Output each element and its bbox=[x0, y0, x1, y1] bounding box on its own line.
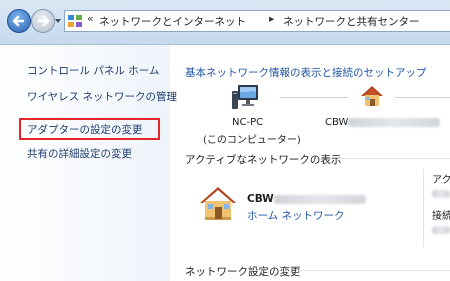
home-network-icon-large bbox=[200, 187, 236, 220]
forward-button[interactable] bbox=[31, 9, 55, 33]
main-content: 基本ネットワーク情報の表示と接続のセットアップ NC-PC (このコンピューター… bbox=[170, 45, 450, 281]
active-network-name: CBW bbox=[247, 193, 274, 205]
redacted-access-value bbox=[432, 190, 450, 198]
page-title: 基本ネットワーク情報の表示と接続のセットアップ bbox=[185, 67, 427, 79]
sidebar-item-change-adapter-settings[interactable]: アダプターの設定の変更 bbox=[27, 122, 143, 137]
back-button[interactable] bbox=[7, 9, 31, 33]
network-type-link[interactable]: ホーム ネットワーク bbox=[247, 208, 345, 223]
sidebar-item-advanced-sharing[interactable]: 共有の詳細設定の変更 bbox=[27, 146, 132, 161]
redacted-connection-value bbox=[432, 226, 450, 234]
access-type-label: アク bbox=[432, 175, 450, 186]
active-networks-heading: アクティブなネットワークの表示 bbox=[185, 154, 342, 166]
address-field[interactable]: « ネットワークとインターネット ▸ ネットワークと共有センター bbox=[64, 10, 450, 32]
forward-arrow-icon bbox=[37, 15, 50, 27]
address-bar-area: « ネットワークとインターネット ▸ ネットワークと共有センター bbox=[0, 0, 450, 45]
section-divider bbox=[296, 270, 450, 271]
section-divider bbox=[338, 158, 450, 159]
address-overflow[interactable]: « bbox=[87, 13, 93, 25]
column-divider bbox=[423, 169, 424, 247]
history-dropdown-icon[interactable] bbox=[55, 18, 61, 24]
sidebar-item-control-panel-home[interactable]: コントロール パネル ホーム bbox=[27, 63, 159, 78]
task-sidebar bbox=[0, 45, 170, 281]
redacted-network-name bbox=[274, 195, 366, 204]
network-map-name: CBW bbox=[325, 117, 349, 128]
home-network-icon[interactable] bbox=[359, 83, 385, 109]
map-connection-line bbox=[395, 97, 450, 98]
sidebar-item-manage-wireless[interactable]: ワイヤレス ネットワークの管理 bbox=[27, 89, 177, 104]
back-arrow-icon bbox=[12, 15, 25, 27]
breadcrumb-network-internet[interactable]: ネットワークとインターネット bbox=[99, 14, 246, 29]
computer-caption: (このコンピューター) bbox=[203, 135, 301, 146]
computer-icon[interactable] bbox=[230, 83, 262, 111]
connection-label: 接続 bbox=[432, 211, 450, 222]
breadcrumb-separator[interactable]: ▸ bbox=[269, 13, 274, 25]
network-settings-heading: ネットワーク設定の変更 bbox=[185, 266, 301, 278]
map-connection-line bbox=[280, 97, 348, 98]
redacted-network-id bbox=[348, 118, 440, 127]
computer-name: NC-PC bbox=[232, 117, 264, 128]
breadcrumb-sharing-center[interactable]: ネットワークと共有センター bbox=[283, 14, 420, 29]
control-panel-icon bbox=[68, 15, 82, 27]
